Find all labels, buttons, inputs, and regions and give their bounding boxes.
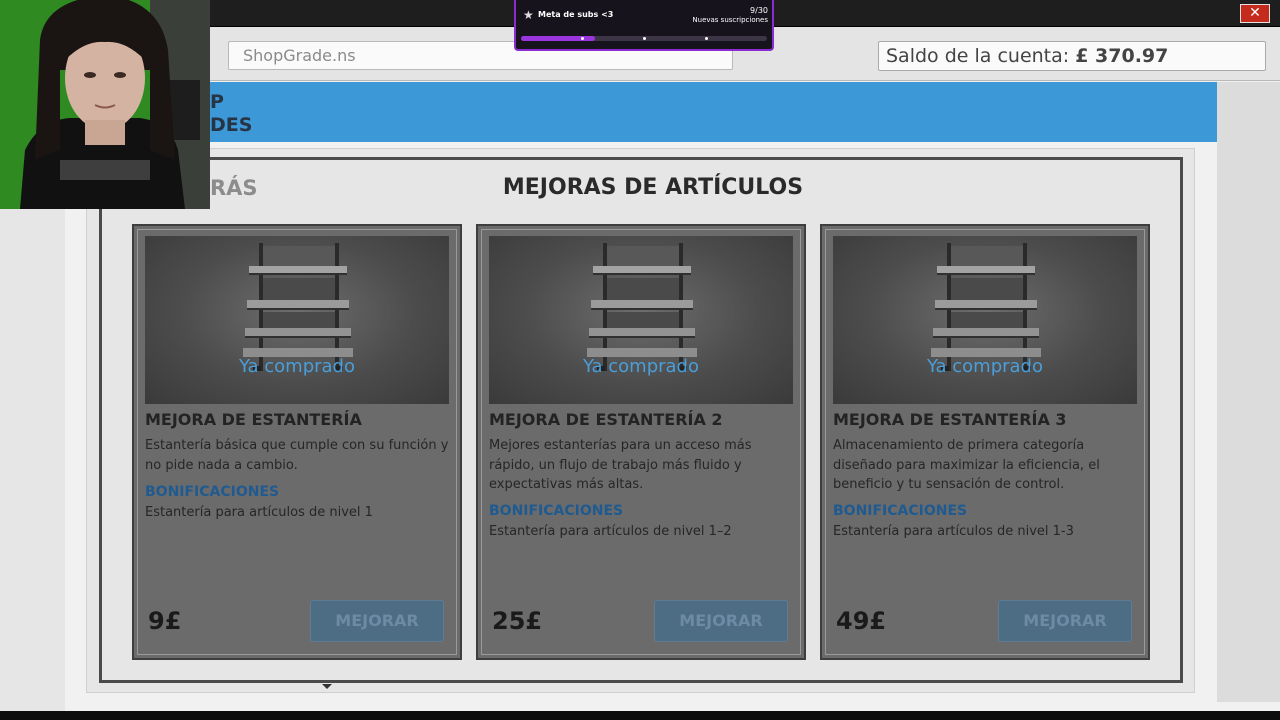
upgrade-card-shelf-1: Ya comprado MEJORA DE ESTANTERÍA Estante… — [132, 224, 462, 660]
card-price: 9£ — [148, 607, 182, 635]
sub-goal-progress-bar — [521, 36, 767, 41]
card-title: MEJORA DE ESTANTERÍA — [145, 410, 362, 429]
upgrade-button[interactable]: MEJORAR — [310, 600, 444, 642]
account-balance: Saldo de la cuenta: £ 370.97 — [878, 41, 1266, 71]
purchased-label: Ya comprado — [582, 356, 699, 377]
game-screen: ✕ ShopGrade.ns Saldo de la cuenta: £ 370… — [0, 0, 1280, 720]
app-logo: P DES — [210, 91, 252, 137]
bonus-text: Estantería para artículos de nivel 1–2 — [489, 524, 732, 539]
webcam-overlay — [0, 0, 210, 209]
progress-marker — [581, 37, 584, 40]
balance-label: Saldo de la cuenta: — [886, 45, 1070, 67]
bonus-heading: BONIFICACIONES — [833, 503, 968, 519]
card-price: 25£ — [492, 607, 543, 635]
logo-line-1: P — [210, 91, 224, 113]
shelf-image: Ya comprado — [833, 236, 1137, 404]
sub-goal-count: 9/30 — [750, 6, 768, 15]
modal-title: MEJORAS DE ARTÍCULOS — [502, 175, 804, 200]
shelf-image: Ya comprado — [489, 236, 793, 404]
shelf-image: Ya comprado — [145, 236, 449, 404]
bottom-edge — [0, 711, 1280, 720]
back-button[interactable]: RÁS — [210, 176, 258, 200]
upgrade-card-shelf-3: Ya comprado MEJORA DE ESTANTERÍA 3 Almac… — [820, 224, 1150, 660]
progress-marker — [705, 37, 708, 40]
bonus-heading: BONIFICACIONES — [145, 484, 280, 500]
card-title: MEJORA DE ESTANTERÍA 3 — [833, 410, 1067, 429]
card-description: Mejores estanterías para un acceso más r… — [489, 438, 752, 492]
purchased-label: Ya comprado — [238, 356, 355, 377]
progress-marker — [643, 37, 646, 40]
card-description: Almacenamiento de primera categoría dise… — [833, 438, 1100, 492]
upgrade-card-shelf-2: Ya comprado MEJORA DE ESTANTERÍA 2 Mejor… — [476, 224, 806, 660]
bonus-heading: BONIFICACIONES — [489, 503, 624, 519]
close-button[interactable]: ✕ — [1240, 4, 1270, 23]
left-gutter — [0, 142, 65, 717]
sub-goal-title: Meta de subs <3 — [538, 10, 614, 19]
upgrade-button[interactable]: MEJORAR — [654, 600, 788, 642]
card-price: 49£ — [836, 607, 887, 635]
card-title: MEJORA DE ESTANTERÍA 2 — [489, 410, 723, 429]
scroll-caret-icon — [322, 684, 332, 689]
star-icon: ★ — [523, 8, 534, 22]
balance-amount: £ 370.97 — [1075, 45, 1169, 67]
bonus-text: Estantería para artículos de nivel 1-3 — [833, 524, 1074, 539]
logo-line-2: DES — [210, 114, 253, 136]
upgrade-button[interactable]: MEJORAR — [998, 600, 1132, 642]
streamer-camera-image — [0, 0, 210, 209]
purchased-label: Ya comprado — [926, 356, 1043, 377]
bonus-text: Estantería para artículos de nivel 1 — [145, 505, 373, 520]
right-gutter — [1217, 82, 1280, 702]
card-description: Estantería básica que cumple con su func… — [145, 438, 449, 473]
sub-goal-label: Nuevas suscripciones — [692, 16, 768, 24]
sub-goal-widget: ★ Meta de subs <3 9/30 Nuevas suscripcio… — [514, 0, 774, 51]
close-icon: ✕ — [1249, 5, 1261, 21]
